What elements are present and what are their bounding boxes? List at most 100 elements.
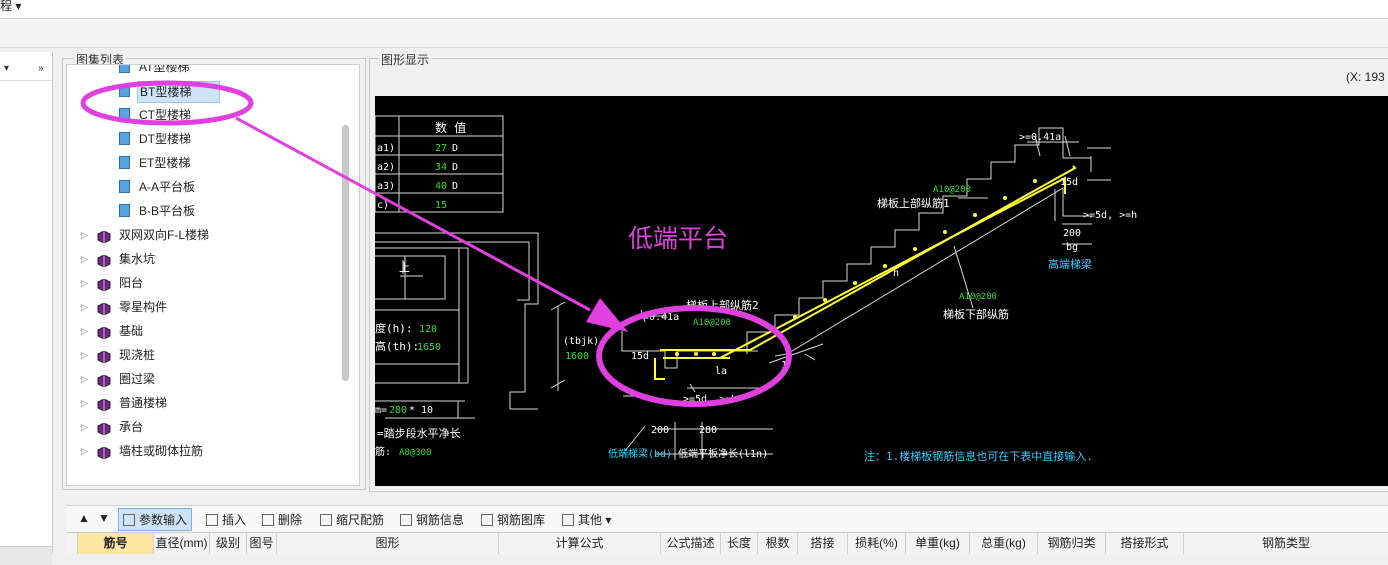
book-icon (97, 325, 111, 340)
low-beam-label: 低端梯梁(bd) (608, 447, 672, 460)
rebar-value: A8@300 (399, 448, 432, 458)
chevron-down-icon[interactable]: ▾ (4, 63, 9, 74)
thickness-value: 120 (419, 324, 437, 335)
height-value: 1650 (417, 342, 441, 353)
atlas-item-label: 双网双向F-L楼梯 (119, 228, 210, 242)
table-unit: D (452, 143, 458, 154)
col-grade[interactable]: 级别 (210, 533, 247, 554)
col-total-weight[interactable]: 总重(kg) (970, 533, 1038, 554)
table-unit: D (452, 162, 458, 173)
col-bar-number[interactable]: 筋号 (78, 533, 154, 554)
atlas-item-label: DT型楼梯 (139, 132, 191, 146)
expand-icon[interactable]: ▷ (81, 417, 88, 437)
bg-value: 200 (1063, 228, 1081, 239)
left-pane-footer (0, 546, 52, 565)
move-up-icon[interactable]: ▲ (78, 511, 90, 525)
bg-label: bg (1066, 242, 1078, 253)
book-icon (97, 421, 111, 436)
col-shape[interactable]: 图形 (277, 533, 499, 554)
page-icon (119, 84, 130, 97)
stair-drawing: 数 值 a1) 27 D a2) 34 D a3) 40 D c) 15 上 度… (374, 115, 1137, 463)
m-multiplier: * 10 (409, 405, 433, 416)
atlas-item-label: AT型楼梯 (139, 64, 190, 74)
delete-button[interactable]: 删除 (262, 511, 302, 528)
dim-280: 280 (699, 425, 717, 436)
tree-scrollbar[interactable] (342, 125, 349, 381)
expand-icon[interactable]: ▷ (81, 441, 88, 461)
col-unit-weight[interactable]: 单重(kg) (906, 533, 970, 554)
expand-icon[interactable]: ▷ (81, 321, 88, 341)
atlas-item-label: 集水坑 (119, 252, 156, 266)
height-label: 高(th): (375, 339, 419, 353)
display-title: 图形显示 (379, 51, 432, 68)
table-key: a3) (377, 181, 395, 192)
col-formula[interactable]: 计算公式 (499, 533, 661, 554)
expand-icon[interactable]: ▷ (81, 369, 88, 389)
atlas-item-label: 普通楼梯 (119, 396, 168, 410)
spec-c: A10@200 (959, 292, 997, 302)
expand-icon[interactable]: ▷ (81, 297, 88, 317)
book-icon (97, 373, 111, 388)
up-label: 上 (399, 261, 410, 274)
page-icon (119, 65, 130, 73)
high-beam-label: 高端梯梁 (1048, 257, 1092, 271)
scale-rebar-button[interactable]: 缩尺配筋 (320, 511, 384, 528)
atlas-tree[interactable]: AT型楼梯 BT型楼梯 CT型楼梯 DT型楼梯 ET型楼梯 A-A平台板 B-B平台板 ▷ 双网… (66, 64, 360, 486)
expand-icon[interactable]: ▷ (81, 249, 88, 269)
book-icon (97, 397, 111, 412)
page-icon (119, 132, 130, 145)
col-formula-desc[interactable]: 公式描述 (661, 533, 721, 554)
menu-project[interactable]: 程 ▾ (0, 0, 21, 14)
param-input-button[interactable]: 参数输入 (118, 508, 193, 531)
drawing-canvas[interactable]: 数 值 a1) 27 D a2) 34 D a3) 40 D c) 15 上 度… (374, 96, 1388, 486)
expand-icon[interactable]: ▷ (81, 225, 88, 245)
atlas-item-label: 零星构件 (119, 300, 168, 314)
step-note: =踏步段水平净长 (377, 426, 461, 440)
col-rebar-category[interactable]: 钢筋归类 (1038, 533, 1106, 554)
hook-low: 15d (631, 351, 649, 362)
col-count[interactable]: 根数 (758, 533, 798, 554)
expand-icon[interactable]: ▷ (81, 345, 88, 365)
col-length[interactable]: 长度 (721, 533, 758, 554)
col-lap[interactable]: 搭接 (798, 533, 848, 554)
table-value: 34 (435, 162, 447, 173)
rebar-library-icon (481, 514, 493, 526)
table-key: a2) (377, 162, 395, 173)
move-down-icon[interactable]: ▼ (98, 511, 110, 525)
embed-top: >=5d, >=h (1083, 210, 1137, 221)
rebar-library-button[interactable]: 钢筋图库 (481, 511, 545, 528)
left-pane-header: ▾ » (0, 62, 52, 81)
expand-icon[interactable]: ▷ (81, 273, 88, 293)
other-button[interactable]: 其他 ▾ (562, 511, 611, 528)
page-icon (119, 180, 130, 193)
col-loss[interactable]: 损耗(%) (848, 533, 906, 554)
col-lap-type[interactable]: 搭接形式 (1106, 533, 1184, 554)
col-diameter[interactable]: 直径(mm) (154, 533, 210, 554)
dim-200: 200 (651, 425, 669, 436)
collapse-icon[interactable]: » (38, 63, 44, 74)
book-icon (97, 349, 111, 364)
drawing-note: 注：1.楼梯板钢筋信息也可在下表中直接输入. (864, 449, 1093, 463)
table-value: 40 (435, 181, 447, 192)
scale-rebar-icon (320, 514, 332, 526)
bottom-rebar-label: 梯板下部纵筋 (943, 307, 1009, 321)
table-unit: D (452, 181, 458, 192)
anchor-top: >=0.41a (1019, 132, 1061, 143)
anchor-low: >=0.41a (637, 312, 679, 323)
m-value: 280 (389, 405, 407, 416)
book-icon (97, 229, 111, 244)
atlas-item-label: 圈过梁 (119, 372, 156, 386)
rebar-toolbar: ▲ ▼ 参数输入 插入 删除 缩尺配筋 钢筋信息 钢筋图库 其他 ▾ (66, 505, 1388, 532)
page-icon (119, 108, 130, 121)
atlas-item-label: ET型楼梯 (139, 156, 191, 170)
top-rebar1-label: 梯板上部纵筋1 (877, 196, 950, 210)
rebar-info-button[interactable]: 钢筋信息 (400, 511, 464, 528)
insert-icon (206, 514, 218, 526)
col-rebar-type[interactable]: 钢筋类型 (1184, 533, 1388, 554)
atlas-item-label: A-A平台板 (139, 180, 196, 194)
expand-icon[interactable]: ▷ (81, 393, 88, 413)
book-icon (97, 301, 111, 316)
page-icon (119, 204, 130, 217)
col-figure-no[interactable]: 图号 (247, 533, 277, 554)
insert-button[interactable]: 插入 (206, 511, 246, 528)
